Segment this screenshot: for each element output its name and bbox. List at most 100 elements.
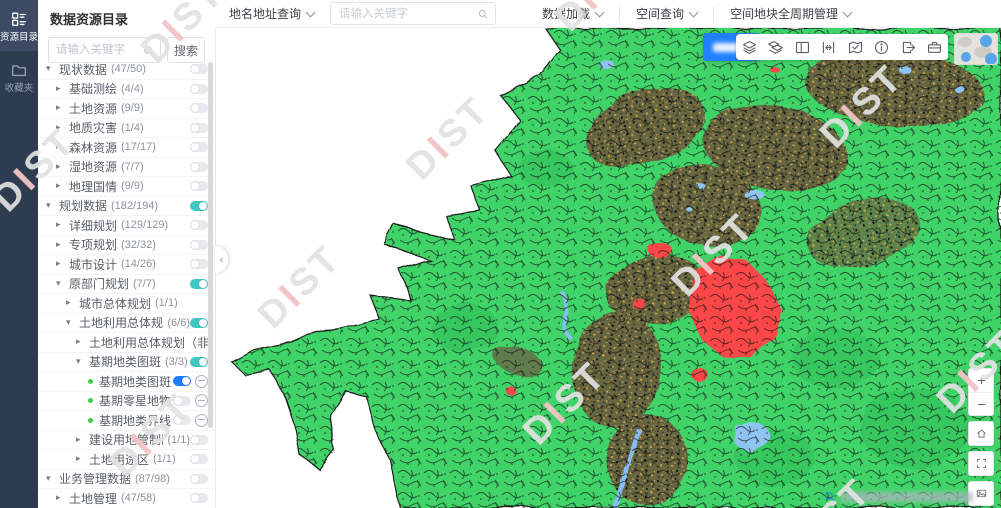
swipe-icon[interactable]: [820, 39, 837, 56]
layer-toggle[interactable]: [190, 64, 208, 74]
expand-closed-icon[interactable]: ▸: [56, 493, 69, 503]
expand-open-icon[interactable]: ▾: [66, 318, 79, 328]
layer-toggle[interactable]: [190, 474, 208, 484]
layer-toggle[interactable]: [190, 279, 208, 289]
tree-node-count: (6/6): [167, 317, 190, 329]
tree-node-count: (1/4): [121, 122, 144, 134]
expand-open-icon[interactable]: ▾: [46, 474, 59, 484]
tree-row[interactable]: ▸专项规划(32/32): [38, 236, 215, 256]
layer-toggle[interactable]: [190, 103, 208, 113]
home-button[interactable]: [969, 422, 993, 445]
zoom-in-button[interactable]: [969, 369, 993, 392]
expand-closed-icon[interactable]: ▸: [56, 220, 69, 230]
toolbox-icon[interactable]: [926, 39, 943, 56]
layer-toggle[interactable]: [190, 435, 208, 445]
tree-row[interactable]: ▾现状数据(47/50): [38, 60, 215, 80]
export-icon[interactable]: [900, 39, 917, 56]
screenshot-icon: [975, 487, 988, 500]
tree-row[interactable]: ▾业务管理数据(87/98): [38, 470, 215, 490]
tree-row[interactable]: 基期地类图斑: [38, 372, 215, 392]
layer-toggle[interactable]: [190, 240, 208, 250]
expand-open-icon[interactable]: ▾: [46, 201, 59, 211]
info-icon[interactable]: [873, 39, 890, 56]
landuse-map: [215, 28, 1001, 508]
layer-toggle[interactable]: [190, 201, 208, 211]
tree-node-label: 森林资源: [69, 139, 117, 156]
search-icon[interactable]: [823, 490, 836, 503]
expand-closed-icon[interactable]: ▸: [76, 454, 89, 464]
topbar-search-input[interactable]: [337, 7, 477, 21]
menu-parcel-lifecycle[interactable]: 空间地块全周期管理: [730, 5, 851, 22]
layer-toggle[interactable]: [190, 181, 208, 191]
tree-row[interactable]: ▸地理国情(9/9): [38, 177, 215, 197]
expand-open-icon[interactable]: ▾: [76, 357, 89, 367]
tree-row[interactable]: ▸城市设计(14/26): [38, 255, 215, 275]
expand-closed-icon[interactable]: ▸: [56, 259, 69, 269]
tree-node-count: (7/7): [121, 161, 144, 173]
minus-circle-icon[interactable]: [195, 394, 208, 407]
layer-toggle[interactable]: [173, 376, 191, 386]
layer-toggle[interactable]: [190, 357, 208, 367]
tree-scrollbar[interactable]: [208, 62, 213, 428]
minus-circle-icon[interactable]: [195, 414, 208, 427]
tree-row[interactable]: 基期零星地物: [38, 392, 215, 412]
tree-row[interactable]: ▸土地管理(47/58): [38, 489, 215, 508]
layer-toggle[interactable]: [190, 493, 208, 503]
expand-closed-icon[interactable]: ▸: [56, 181, 69, 191]
tree-row[interactable]: ▸土地资源(9/9): [38, 99, 215, 119]
tree-row[interactable]: ▸森林资源(17/17): [38, 138, 215, 158]
tree-row[interactable]: ▾原部门规划(7/7): [38, 275, 215, 295]
layer-toggle[interactable]: [190, 123, 208, 133]
layer-toggle[interactable]: [190, 259, 208, 269]
layer-toggle[interactable]: [190, 162, 208, 172]
expand-open-icon[interactable]: ▾: [56, 279, 69, 289]
tree-row[interactable]: ▾规划数据(182/194): [38, 197, 215, 217]
tree-row[interactable]: ▸建设用地管制区(1/1): [38, 431, 215, 451]
keyword-search-input[interactable]: [54, 43, 142, 57]
rail-item-label: 收藏夹: [5, 84, 34, 94]
expand-open-icon[interactable]: ▾: [46, 64, 59, 74]
menu-place-address-query[interactable]: 地名地址查询: [229, 5, 314, 22]
menu-data-load[interactable]: 数据加载: [542, 5, 603, 22]
expand-closed-icon[interactable]: ▸: [56, 142, 69, 152]
sidebar-item-resource-catalog[interactable]: 资源目录: [0, 0, 38, 51]
tree-node-label: 土地利用总体规划: [79, 314, 163, 331]
extent-button[interactable]: [969, 452, 993, 475]
expand-closed-icon[interactable]: ▸: [76, 435, 89, 445]
layer-group-icon[interactable]: [767, 39, 784, 56]
basemap-check-icon[interactable]: [847, 39, 864, 56]
tree-row[interactable]: ▸详细规划(129/129): [38, 216, 215, 236]
expand-closed-icon[interactable]: ▸: [56, 123, 69, 133]
tree-row[interactable]: ▸土地利用总体规划（非空间专...: [38, 333, 215, 353]
expand-closed-icon[interactable]: ▸: [56, 240, 69, 250]
expand-closed-icon[interactable]: ▸: [56, 103, 69, 113]
tree-row[interactable]: ▸地质灾害(1/4): [38, 119, 215, 139]
expand-closed-icon[interactable]: ▸: [56, 162, 69, 172]
expand-closed-icon[interactable]: ▸: [56, 84, 69, 94]
tree-row[interactable]: 基期地类界线: [38, 411, 215, 431]
basemap-thumbnail[interactable]: [954, 33, 998, 65]
layer-toggle[interactable]: [190, 84, 208, 94]
menu-label: 空间查询: [636, 5, 684, 22]
minus-circle-icon[interactable]: [195, 375, 208, 388]
tree-row[interactable]: ▸城市总体规划(1/1): [38, 294, 215, 314]
split-view-icon[interactable]: [794, 39, 811, 56]
menu-spatial-query[interactable]: 空间查询: [636, 5, 697, 22]
sidebar-item-favorites[interactable]: 收藏夹: [0, 51, 38, 102]
map-canvas[interactable]: [215, 28, 1001, 508]
tree-row[interactable]: ▸湿地资源(7/7): [38, 158, 215, 178]
layer-toggle[interactable]: [190, 142, 208, 152]
layer-toggle[interactable]: [190, 318, 208, 328]
tree-row[interactable]: ▸基础测绘(4/4): [38, 80, 215, 100]
expand-closed-icon[interactable]: ▸: [66, 298, 79, 308]
tree-row[interactable]: ▸土地用途区(1/1): [38, 450, 215, 470]
layer-toggle[interactable]: [190, 454, 208, 464]
layer-toggle[interactable]: [173, 396, 191, 406]
tree-row[interactable]: ▾土地利用总体规划 (6/6): [38, 314, 215, 334]
layer-toggle[interactable]: [173, 415, 191, 425]
expand-closed-icon[interactable]: ▸: [76, 337, 89, 347]
layer-toggle[interactable]: [190, 220, 208, 230]
layers-icon[interactable]: [741, 39, 758, 56]
tree-row[interactable]: ▾基期地类图斑(3/3): [38, 353, 215, 373]
zoom-out-button[interactable]: [969, 392, 993, 415]
